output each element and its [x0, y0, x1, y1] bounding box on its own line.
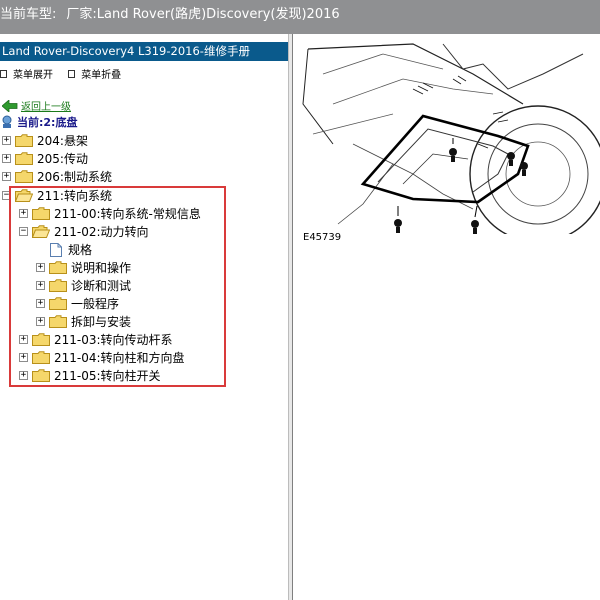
tree-item-label: 206:制动系统 — [37, 170, 112, 184]
collapse-toggle[interactable]: − — [19, 227, 28, 236]
folder-icon — [32, 333, 50, 346]
expand-toggle[interactable]: + — [36, 263, 45, 272]
tree-item-label: 拆卸与安装 — [71, 315, 132, 329]
expand-toggle[interactable]: + — [19, 335, 28, 344]
expand-toggle[interactable]: + — [19, 353, 28, 362]
tree-item-206[interactable]: + 206:制动系统 — [2, 168, 112, 185]
manual-title: Land Rover-Discovery4 L319-2016-维修手册 — [0, 42, 288, 61]
folder-icon — [49, 261, 67, 274]
folder-icon — [49, 315, 67, 328]
folder-icon — [15, 152, 33, 165]
tree-item-label: 211-02:动力转向 — [54, 225, 149, 239]
title-bar: 当前车型: 厂家:Land Rover(路虎)Discovery(发现)2016 — [0, 0, 600, 34]
document-icon — [50, 242, 62, 257]
tree-item-label: 211-04:转向柱和方向盘 — [54, 351, 185, 365]
back-link[interactable]: 返回上一级 — [21, 98, 71, 113]
back-arrow-icon — [2, 99, 18, 112]
underbody-shield-illustration — [302, 43, 600, 234]
expand-toggle[interactable]: + — [2, 136, 11, 145]
tree-item-general-procedures[interactable]: + 一般程序 — [36, 295, 119, 312]
expand-toggle[interactable]: + — [2, 172, 11, 181]
expand-toggle[interactable]: + — [19, 371, 28, 380]
open-folder-icon — [15, 189, 33, 202]
collapse-menu-label: 菜单折叠 — [81, 70, 122, 81]
tree-item-label: 211:转向系统 — [37, 189, 112, 203]
tree-item-label: 205:传动 — [37, 152, 88, 166]
tree-item-label: 211-00:转向系统-常规信息 — [54, 207, 201, 221]
tree-item-label: 211-05:转向柱开关 — [54, 369, 161, 383]
expand-toggle[interactable]: + — [36, 299, 45, 308]
tree-item-diagnosis[interactable]: + 诊断和测试 — [36, 277, 131, 294]
open-folder-icon — [32, 225, 50, 238]
expand-icon — [0, 69, 7, 78]
figure-pane: E45739 — [293, 34, 600, 600]
tree-item-205[interactable]: + 205:传动 — [2, 150, 88, 167]
vehicle-name: 厂家:Land Rover(路虎)Discovery(发现)2016 — [66, 7, 340, 22]
tree-item-211-04[interactable]: + 211-04:转向柱和方向盘 — [19, 349, 185, 366]
tree-item-label: 204:悬架 — [37, 134, 88, 148]
folder-icon — [15, 134, 33, 147]
tree-item-spec[interactable]: 规格 — [50, 241, 92, 258]
expand-toggle[interactable]: + — [36, 281, 45, 290]
current-model-label: 当前车型: — [0, 7, 57, 22]
current-location: 当前:2:底盘 — [0, 114, 77, 130]
tree-item-label: 说明和操作 — [71, 261, 132, 275]
tree-item-211-05[interactable]: + 211-05:转向柱开关 — [19, 367, 161, 384]
tree-item-label: 规格 — [68, 243, 93, 257]
folder-icon — [49, 297, 67, 310]
tree-item-label: 诊断和测试 — [71, 279, 132, 293]
tree-item-211[interactable]: − 211:转向系统 — [2, 187, 112, 204]
left-panel: Land Rover-Discovery4 L319-2016-维修手册 菜单展… — [0, 34, 288, 600]
folder-icon — [15, 170, 33, 183]
location-icon — [2, 115, 12, 128]
collapse-icon — [68, 69, 76, 78]
tree-item-211-02[interactable]: − 211-02:动力转向 — [19, 223, 149, 240]
collapse-toggle[interactable]: − — [2, 191, 11, 200]
menu-toolbar: 菜单展开 菜单折叠 — [0, 66, 133, 81]
tree-item-label: 一般程序 — [71, 297, 120, 311]
tree-item-211-00[interactable]: + 211-00:转向系统-常规信息 — [19, 205, 201, 222]
tree-item-204[interactable]: + 204:悬架 — [2, 132, 88, 149]
expand-toggle[interactable]: + — [2, 154, 11, 163]
collapse-menu-button[interactable]: 菜单折叠 — [68, 66, 121, 81]
tree-item-removal-installation[interactable]: + 拆卸与安装 — [36, 313, 131, 330]
folder-icon — [32, 207, 50, 220]
expand-toggle[interactable]: + — [19, 209, 28, 218]
tree-item-description[interactable]: + 说明和操作 — [36, 259, 131, 276]
tree-item-label: 211-03:转向传动杆系 — [54, 333, 173, 347]
folder-icon — [32, 351, 50, 364]
tree-item-211-03[interactable]: + 211-03:转向传动杆系 — [19, 331, 173, 348]
figure-caption: E45739 — [303, 232, 342, 243]
folder-icon — [32, 369, 50, 382]
expand-menu-label: 菜单展开 — [13, 70, 53, 81]
folder-icon — [49, 279, 67, 292]
expand-menu-button[interactable]: 菜单展开 — [0, 66, 53, 81]
back-row[interactable]: 返回上一级 — [2, 98, 71, 113]
current-location-text: 当前:2:底盘 — [17, 116, 78, 129]
expand-toggle[interactable]: + — [36, 317, 45, 326]
